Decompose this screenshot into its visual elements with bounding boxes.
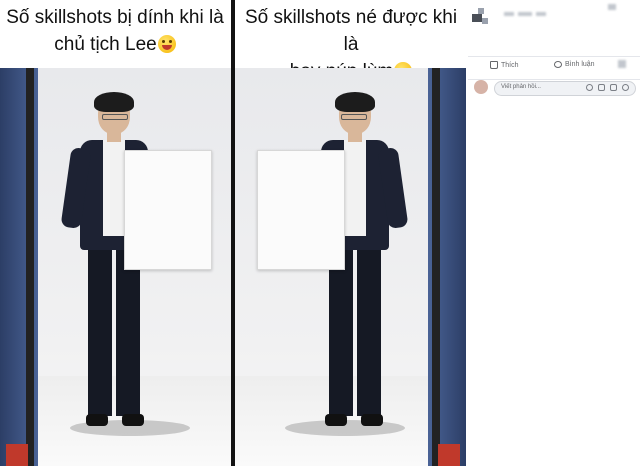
avatar[interactable] bbox=[474, 80, 488, 94]
right-photo bbox=[235, 68, 466, 466]
shoe bbox=[122, 414, 144, 426]
comment-label: Bình luận bbox=[565, 61, 595, 68]
right-caption-line1: Số skillshots né được khi là bbox=[244, 7, 458, 55]
left-caption: Số skillshots bị dính khi là chủ tịch Le… bbox=[0, 4, 230, 58]
light-stand bbox=[432, 68, 440, 466]
pixel-block bbox=[536, 12, 546, 16]
pixel-block bbox=[482, 18, 488, 24]
shoe bbox=[325, 414, 347, 426]
gif-icon[interactable] bbox=[610, 84, 617, 91]
emoji-icon[interactable] bbox=[586, 84, 593, 91]
red-case bbox=[438, 444, 460, 466]
hair bbox=[94, 92, 134, 112]
light-stand bbox=[26, 68, 34, 466]
shoe bbox=[361, 414, 383, 426]
sticker-icon[interactable] bbox=[622, 84, 629, 91]
comment-button[interactable]: Bình luận bbox=[554, 61, 595, 68]
shirt bbox=[103, 140, 125, 236]
shoe bbox=[86, 414, 108, 426]
meme-image: Số skillshots bị dính khi là chủ tịch Le… bbox=[0, 0, 466, 466]
pixel-block bbox=[472, 14, 482, 22]
post-actions-bar: Thích Bình luận bbox=[468, 56, 640, 80]
comment-placeholder: Viết phản hồi... bbox=[501, 84, 541, 90]
left-caption-line2: chủ tịch Lee bbox=[54, 34, 157, 55]
glasses bbox=[102, 114, 128, 120]
blank-board bbox=[257, 150, 345, 270]
pixel-block bbox=[518, 12, 532, 16]
panel-divider bbox=[231, 0, 235, 466]
blank-board bbox=[124, 150, 212, 270]
like-label: Thích bbox=[501, 61, 519, 69]
red-case bbox=[6, 444, 28, 466]
legs bbox=[329, 246, 381, 416]
facebook-sidebar: Thích Bình luận Viết phản hồi... bbox=[468, 0, 640, 466]
comment-composer: Viết phản hồi... bbox=[474, 80, 638, 96]
shirt bbox=[344, 140, 366, 236]
comment-input[interactable]: Viết phản hồi... bbox=[494, 81, 636, 96]
left-caption-line1: Số skillshots bị dính khi là bbox=[6, 7, 224, 28]
thumbs-up-icon bbox=[490, 61, 498, 69]
pixel-block bbox=[504, 12, 514, 16]
camera-icon[interactable] bbox=[598, 84, 605, 91]
like-button[interactable]: Thích bbox=[490, 61, 519, 69]
left-photo bbox=[0, 68, 231, 466]
speech-bubble-icon bbox=[554, 61, 562, 68]
hair bbox=[335, 92, 375, 112]
pixel-block bbox=[608, 4, 616, 10]
yum-face-icon bbox=[157, 35, 176, 53]
legs bbox=[88, 246, 140, 416]
glasses bbox=[341, 114, 367, 120]
